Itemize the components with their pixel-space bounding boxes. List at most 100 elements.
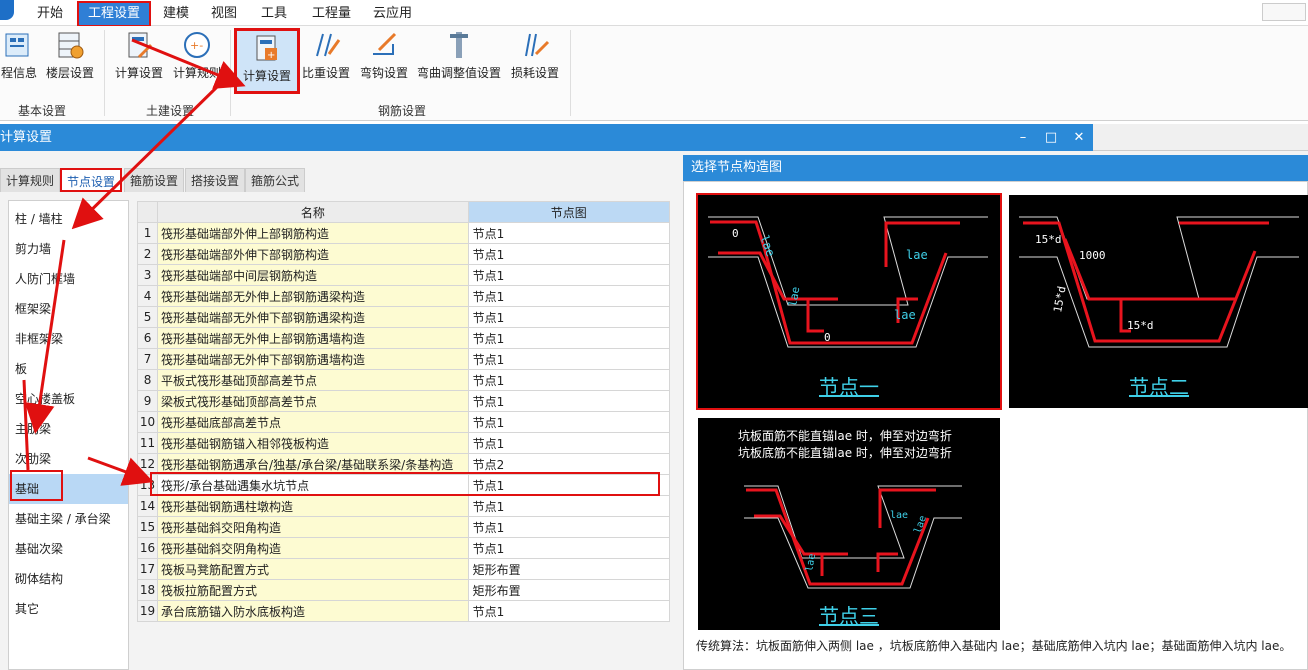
table-row[interactable]: 8 平板式筏形基础顶部高差节点 节点1 — [136, 369, 671, 391]
app-logo-icon[interactable] — [0, 0, 14, 20]
menu-modeling[interactable]: 建模 — [154, 3, 198, 25]
row-node[interactable]: 节点1 — [467, 222, 671, 244]
table-row[interactable]: 1 筏形基础端部外伸上部钢筋构造 节点1 — [136, 222, 671, 244]
menu-start[interactable]: 开始 — [28, 3, 72, 25]
table-row[interactable]: 17 筏板马凳筋配置方式 矩形布置 — [136, 558, 671, 580]
node-option-1[interactable]: lae lae lae lae 0 0 节点一 — [696, 193, 1002, 410]
tab-node-settings[interactable]: 节点设置 — [60, 168, 123, 192]
table-row[interactable]: 19 承台底筋锚入防水底板构造 节点1 — [136, 600, 671, 622]
list-item[interactable]: 框架梁 — [9, 294, 128, 324]
group-civil-label: 土建设置 — [146, 104, 195, 118]
menu-tools[interactable]: 工具 — [252, 3, 296, 25]
list-item[interactable]: 板 — [9, 354, 128, 384]
row-name: 筏形基础端部外伸下部钢筋构造 — [157, 243, 469, 265]
tab-calc-rules[interactable]: 计算规则 — [0, 168, 61, 192]
row-name: 筏形基础端部外伸上部钢筋构造 — [157, 222, 469, 244]
project-info-button[interactable]: 程信息 — [0, 28, 38, 92]
row-node[interactable]: 节点1 — [467, 348, 671, 370]
maximize-icon[interactable]: □ — [1040, 124, 1062, 151]
row-number: 3 — [136, 264, 159, 286]
row-node[interactable]: 矩形布置 — [467, 579, 671, 601]
row-node[interactable]: 节点1 — [467, 516, 671, 538]
list-item[interactable]: 其它 — [9, 594, 128, 624]
calc-rules-button[interactable]: +- 计算规则 — [170, 28, 224, 92]
list-item[interactable]: 主肋梁 — [9, 414, 128, 444]
list-item[interactable]: 基础次梁 — [9, 534, 128, 564]
row-number: 1 — [136, 222, 159, 244]
row-node[interactable]: 节点1 — [467, 495, 671, 517]
row-node[interactable]: 节点1 — [467, 369, 671, 391]
list-item[interactable]: 柱 / 墙柱 — [9, 204, 128, 234]
row-node[interactable]: 节点1 — [467, 411, 671, 433]
tab-stirrup-settings[interactable]: 箍筋设置 — [124, 168, 185, 192]
civil-calc-settings-button[interactable]: 计算设置 — [112, 28, 166, 92]
row-number: 18 — [136, 579, 159, 601]
row-node[interactable]: 节点1 — [467, 537, 671, 559]
table-row[interactable]: 2 筏形基础端部外伸下部钢筋构造 节点1 — [136, 243, 671, 265]
table-row[interactable]: 11 筏形基础钢筋锚入相邻筏板构造 节点1 — [136, 432, 671, 454]
row-node[interactable]: 节点1 — [467, 390, 671, 412]
corner-header — [136, 201, 159, 223]
row-name: 筏形基础底部高差节点 — [157, 411, 469, 433]
node-2-label: 15*d — [1035, 233, 1062, 246]
table-row[interactable]: 9 梁板式筏形基础顶部高差节点 节点1 — [136, 390, 671, 412]
row-node[interactable]: 矩形布置 — [467, 558, 671, 580]
row-node[interactable]: 节点1 — [467, 306, 671, 328]
row-node[interactable]: 节点1 — [467, 264, 671, 286]
menu-cloud[interactable]: 云应用 — [364, 3, 421, 25]
table-row[interactable]: 18 筏板拉筋配置方式 矩形布置 — [136, 579, 671, 601]
list-item[interactable]: 空心楼盖板 — [9, 384, 128, 414]
node-3-note: 坑板面筋不能直锚lae 时，伸至对边弯折 — [738, 429, 952, 443]
dialog-title: 计算设置 — [0, 130, 53, 145]
node-panel: lae lae lae lae 0 0 节点一 15*d 1000 15*d 1… — [683, 181, 1308, 670]
close-icon[interactable]: ✕ — [1068, 124, 1090, 151]
row-number: 8 — [136, 369, 159, 391]
table-row[interactable]: 5 筏形基础端部无外伸下部钢筋遇梁构造 节点1 — [136, 306, 671, 328]
node-option-3[interactable]: 坑板面筋不能直锚lae 时，伸至对边弯折 坑板底筋不能直锚lae 时，伸至对边弯… — [698, 418, 1000, 630]
loss-settings-button[interactable]: 损耗设置 — [508, 28, 562, 92]
node-1-label: lae — [894, 308, 916, 322]
node-option-2[interactable]: 15*d 1000 15*d 15*d 节点二 — [1009, 195, 1308, 408]
row-number: 19 — [136, 600, 159, 622]
table-row[interactable]: 6 筏形基础端部无外伸上部钢筋遇墙构造 节点1 — [136, 327, 671, 349]
table-row[interactable]: 16 筏形基础斜交阴角构造 节点1 — [136, 537, 671, 559]
node-3-label: lae — [890, 510, 908, 521]
row-node[interactable]: 节点1 — [467, 600, 671, 622]
row-node[interactable]: 节点1 — [467, 285, 671, 307]
list-item[interactable]: 砌体结构 — [9, 564, 128, 594]
tab-stirrup-formula[interactable]: 箍筋公式 — [245, 168, 306, 192]
ribbon: 程信息 楼层设置 基本设置 计算设置 +- 计算规则 土建设置 + 计算设置 比… — [0, 26, 1308, 121]
rebar-calc-settings-button[interactable]: + 计算设置 — [234, 28, 300, 94]
annotation-box — [10, 470, 63, 501]
table-row[interactable]: 10 筏形基础底部高差节点 节点1 — [136, 411, 671, 433]
list-item[interactable]: 人防门框墙 — [9, 264, 128, 294]
minimize-icon[interactable]: – — [1012, 124, 1034, 151]
list-item[interactable]: 剪力墙 — [9, 234, 128, 264]
row-number: 17 — [136, 558, 159, 580]
menu-quantity[interactable]: 工程量 — [303, 3, 360, 25]
loss-settings-icon — [525, 33, 550, 57]
node-3-note: 坑板底筋不能直锚lae 时，伸至对边弯折 — [738, 446, 952, 460]
table-row[interactable]: 14 筏形基础钢筋遇柱墩构造 节点1 — [136, 495, 671, 517]
list-item[interactable]: 基础主梁 / 承台梁 — [9, 504, 128, 534]
table-row[interactable]: 7 筏形基础端部无外伸下部钢筋遇墙构造 节点1 — [136, 348, 671, 370]
table-row[interactable]: 3 筏形基础端部中间层钢筋构造 节点1 — [136, 264, 671, 286]
row-name: 筏形基础钢筋锚入相邻筏板构造 — [157, 432, 469, 454]
menu-view[interactable]: 视图 — [202, 3, 246, 25]
table-row[interactable]: 4 筏形基础端部无外伸上部钢筋遇梁构造 节点1 — [136, 285, 671, 307]
row-node[interactable]: 节点1 — [467, 432, 671, 454]
node-2-diagram: 15*d 1000 15*d 15*d — [1019, 216, 1299, 348]
rebar-calc-settings-icon: + — [256, 35, 277, 61]
bend-adjust-settings-button[interactable]: 弯曲调整值设置 — [414, 28, 504, 92]
menu-project-settings[interactable]: 工程设置 — [76, 1, 152, 27]
row-name: 平板式筏形基础顶部高差节点 — [157, 369, 469, 391]
weight-settings-button[interactable]: 比重设置 — [301, 28, 351, 92]
table-row[interactable]: 15 筏形基础斜交阳角构造 节点1 — [136, 516, 671, 538]
list-item[interactable]: 非框架梁 — [9, 324, 128, 354]
row-node[interactable]: 节点1 — [467, 327, 671, 349]
row-node[interactable]: 节点1 — [467, 243, 671, 265]
hook-settings-button[interactable]: 弯钩设置 — [357, 28, 411, 92]
node-2-caption: 节点二 — [1129, 375, 1189, 399]
floor-settings-button[interactable]: 楼层设置 — [42, 28, 98, 92]
tab-lap-settings[interactable]: 搭接设置 — [185, 168, 246, 192]
